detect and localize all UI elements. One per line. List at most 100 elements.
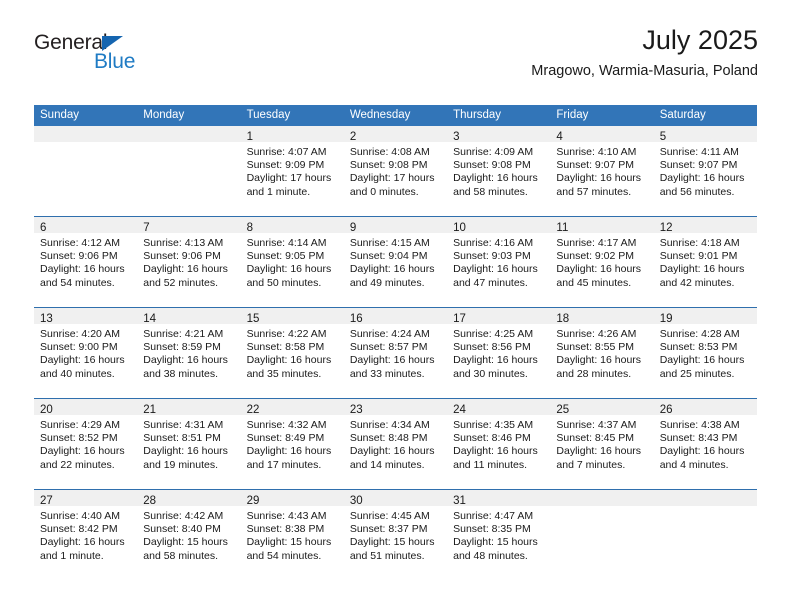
day-details: Sunrise: 4:47 AM Sunset: 8:35 PM Daylight:…	[447, 506, 550, 563]
calendar-day-cell[interactable]: 14 Sunrise: 4:21 AM Sunset: 8:59 PM Dayligh…	[137, 307, 241, 399]
calendar-day-cell[interactable]: 23 Sunrise: 4:34 AM Sunset: 8:48 PM Dayligh…	[343, 398, 448, 490]
day-number: 5	[659, 131, 667, 143]
calendar-day-cell[interactable]: 18 Sunrise: 4:26 AM Sunset: 8:55 PM Dayligh…	[550, 307, 654, 399]
sunrise-time: Sunrise: 4:22 AM	[246, 328, 327, 340]
calendar-day-cell[interactable]: 24 Sunrise: 4:35 AM Sunset: 8:46 PM Dayligh…	[447, 398, 551, 490]
calendar-day-cell[interactable]: 21 Sunrise: 4:31 AM Sunset: 8:51 PM Dayligh…	[137, 398, 241, 490]
daylight-duration-line1: Daylight: 15 hours	[349, 536, 435, 549]
calendar-day-cell[interactable]: 20 Sunrise: 4:29 AM Sunset: 8:52 PM Dayligh…	[34, 398, 138, 490]
day-cell-inner: 24 Sunrise: 4:35 AM Sunset: 8:46 PM Dayligh…	[447, 399, 551, 489]
calendar-day-cell[interactable]: 30 Sunrise: 4:45 AM Sunset: 8:37 PM Dayligh…	[343, 490, 448, 581]
calendar-day-cell[interactable]: 10 Sunrise: 4:16 AM Sunset: 9:03 PM Dayligh…	[447, 216, 551, 308]
daylight-duration-line1: Daylight: 16 hours	[246, 445, 332, 458]
calendar-day-cell[interactable]: 31 Sunrise: 4:47 AM Sunset: 8:35 PM Dayligh…	[447, 490, 551, 581]
calendar-day-cell[interactable]: 16 Sunrise: 4:24 AM Sunset: 8:57 PM Dayligh…	[343, 307, 448, 399]
day-number-strip: 6	[34, 217, 138, 234]
sunrise-time: Sunrise: 4:35 AM	[453, 419, 534, 431]
sunrise-time: Sunrise: 4:24 AM	[349, 328, 430, 340]
day-cell-inner: 7 Sunrise: 4:13 AM Sunset: 9:06 PM Daylight…	[137, 217, 241, 307]
daylight-duration-line2: and 22 minutes.	[40, 458, 115, 471]
day-number-strip: 10	[447, 217, 551, 234]
daylight-duration-line1: Daylight: 17 hours	[349, 172, 435, 185]
calendar-day-cell[interactable]: 13 Sunrise: 4:20 AM Sunset: 9:00 PM Dayligh…	[34, 307, 138, 399]
day-number-strip: 7	[137, 217, 241, 234]
calendar-day-cell[interactable]: 8 Sunrise: 4:14 AM Sunset: 9:05 PM Daylight…	[240, 216, 344, 308]
weekday-header-sunday: Sunday	[34, 105, 138, 126]
day-cell-inner	[550, 490, 654, 580]
day-details	[34, 142, 137, 146]
daylight-duration-line1: Daylight: 16 hours	[143, 354, 228, 367]
day-details: Sunrise: 4:35 AM Sunset: 8:46 PM Daylight:…	[447, 415, 550, 472]
day-number-strip: 8	[240, 217, 344, 234]
calendar-day-cell[interactable]: 4 Sunrise: 4:10 AM Sunset: 9:07 PM Daylight…	[550, 126, 654, 217]
daylight-duration-line1: Daylight: 16 hours	[556, 172, 642, 185]
daylight-duration-line1: Daylight: 16 hours	[556, 445, 642, 458]
day-cell-inner: 4 Sunrise: 4:10 AM Sunset: 9:07 PM Daylight…	[550, 126, 654, 216]
day-number-strip	[550, 490, 654, 506]
day-number-strip: 26	[653, 399, 757, 416]
day-number-strip: 20	[34, 399, 138, 416]
day-number: 15	[246, 313, 260, 325]
daylight-duration-line1: Daylight: 16 hours	[40, 263, 125, 276]
calendar-day-cell[interactable]: 28 Sunrise: 4:42 AM Sunset: 8:40 PM Dayligh…	[137, 490, 241, 581]
calendar-day-cell[interactable]: 19 Sunrise: 4:28 AM Sunset: 8:53 PM Dayligh…	[653, 307, 757, 399]
daylight-duration-line2: and 19 minutes.	[143, 458, 218, 471]
calendar-day-cell[interactable]: 11 Sunrise: 4:17 AM Sunset: 9:02 PM Dayligh…	[550, 216, 654, 308]
sunrise-time: Sunrise: 4:17 AM	[556, 237, 637, 249]
calendar-day-cell[interactable]: 27 Sunrise: 4:40 AM Sunset: 8:42 PM Dayligh…	[34, 490, 138, 581]
day-number: 28	[143, 495, 157, 507]
day-number-strip	[137, 126, 241, 142]
day-number-strip: 25	[550, 399, 654, 416]
sunset-time: Sunset: 8:56 PM	[453, 341, 531, 354]
calendar-day-cell[interactable]: 7 Sunrise: 4:13 AM Sunset: 9:06 PM Daylight…	[137, 216, 241, 308]
sunset-time: Sunset: 9:04 PM	[349, 250, 428, 263]
calendar-day-cell[interactable]: 22 Sunrise: 4:32 AM Sunset: 8:49 PM Dayligh…	[240, 398, 344, 490]
day-number: 17	[453, 313, 466, 325]
calendar-week-row: 1 Sunrise: 4:07 AM Sunset: 9:09 PM Daylight…	[34, 126, 757, 217]
day-number: 23	[349, 404, 363, 416]
sunrise-time: Sunrise: 4:09 AM	[453, 146, 534, 158]
daylight-duration-line2: and 54 minutes.	[40, 276, 115, 289]
calendar-day-cell[interactable]: 12 Sunrise: 4:18 AM Sunset: 9:01 PM Dayligh…	[653, 216, 757, 308]
day-cell-inner: 30 Sunrise: 4:45 AM Sunset: 8:37 PM Dayligh…	[343, 490, 448, 580]
day-number-strip: 16	[343, 308, 448, 325]
daylight-duration-line2: and 50 minutes.	[246, 276, 322, 289]
calendar-day-cell[interactable]: 17 Sunrise: 4:25 AM Sunset: 8:56 PM Dayligh…	[447, 307, 551, 399]
calendar-day-cell[interactable]: 2 Sunrise: 4:08 AM Sunset: 9:08 PM Daylight…	[343, 126, 448, 217]
sunset-time: Sunset: 8:49 PM	[246, 432, 325, 445]
calendar-day-cell[interactable]: 6 Sunrise: 4:12 AM Sunset: 9:06 PM Daylight…	[34, 216, 138, 308]
daylight-duration-line2: and 35 minutes.	[246, 367, 322, 380]
sunset-time: Sunset: 8:40 PM	[143, 523, 221, 536]
sunset-time: Sunset: 8:45 PM	[556, 432, 635, 445]
day-number: 31	[453, 495, 466, 507]
sunset-time: Sunset: 8:58 PM	[246, 341, 325, 354]
calendar-day-cell[interactable]: 25 Sunrise: 4:37 AM Sunset: 8:45 PM Dayligh…	[550, 398, 654, 490]
day-number: 10	[453, 222, 466, 234]
daylight-duration-line2: and 14 minutes.	[349, 458, 425, 471]
calendar-day-cell[interactable]: 26 Sunrise: 4:38 AM Sunset: 8:43 PM Dayligh…	[653, 398, 757, 490]
sunset-time: Sunset: 8:57 PM	[349, 341, 428, 354]
day-number: 1	[246, 131, 253, 143]
calendar-day-cell[interactable]: 3 Sunrise: 4:09 AM Sunset: 9:08 PM Daylight…	[447, 126, 551, 217]
calendar-day-cell[interactable]: 9 Sunrise: 4:15 AM Sunset: 9:04 PM Daylight…	[343, 216, 448, 308]
daylight-duration-line2: and 30 minutes.	[453, 367, 528, 380]
sunset-time: Sunset: 9:07 PM	[659, 159, 738, 172]
calendar-day-cell[interactable]: 1 Sunrise: 4:07 AM Sunset: 9:09 PM Daylight…	[240, 126, 344, 217]
sunrise-time: Sunrise: 4:10 AM	[556, 146, 637, 158]
sunrise-time: Sunrise: 4:31 AM	[143, 419, 224, 431]
day-number-strip	[34, 126, 138, 142]
calendar-day-cell[interactable]: 29 Sunrise: 4:43 AM Sunset: 8:38 PM Dayligh…	[240, 490, 344, 581]
day-number: 4	[556, 131, 563, 143]
day-cell-inner: 9 Sunrise: 4:15 AM Sunset: 9:04 PM Daylight…	[343, 217, 448, 307]
sunset-time: Sunset: 8:53 PM	[659, 341, 738, 354]
general-blue-logo[interactable]: General Blue	[34, 32, 234, 88]
sunrise-time: Sunrise: 4:20 AM	[40, 328, 120, 340]
sunset-time: Sunset: 9:02 PM	[556, 250, 635, 263]
calendar-day-cell[interactable]: 5 Sunrise: 4:11 AM Sunset: 9:07 PM Daylight…	[653, 126, 757, 217]
day-details: Sunrise: 4:38 AM Sunset: 8:43 PM Daylight:…	[654, 415, 757, 472]
calendar-day-cell[interactable]: 15 Sunrise: 4:22 AM Sunset: 8:58 PM Dayligh…	[240, 307, 344, 399]
day-details: Sunrise: 4:16 AM Sunset: 9:03 PM Daylight:…	[447, 233, 550, 290]
sunrise-time: Sunrise: 4:45 AM	[349, 510, 430, 522]
daylight-duration-line1: Daylight: 17 hours	[246, 172, 332, 185]
day-cell-inner	[34, 126, 138, 216]
